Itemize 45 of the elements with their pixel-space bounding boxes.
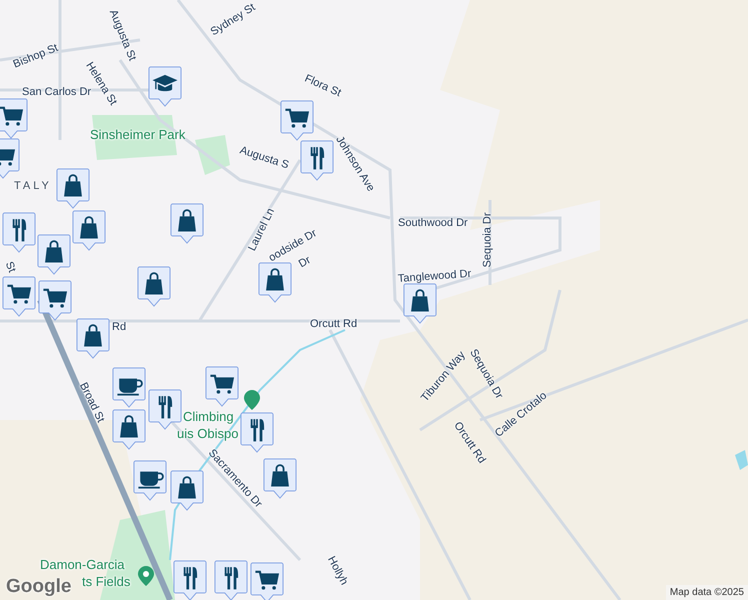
shopping-bag-pin-icon[interactable] xyxy=(170,203,204,244)
street-label: Sequoia Dr xyxy=(482,212,494,268)
street-label: St xyxy=(2,260,17,274)
shopping-cart-pin-icon[interactable] xyxy=(250,562,284,600)
graduation-cap-pin-icon[interactable] xyxy=(148,66,182,107)
park-area xyxy=(195,135,230,175)
shopping-cart-pin-icon[interactable] xyxy=(280,100,314,141)
shopping-bag-pin-icon[interactable] xyxy=(112,409,146,450)
shopping-bag-pin-icon[interactable] xyxy=(37,234,71,275)
map-logo: Google xyxy=(6,576,72,598)
park-label: ts Fields xyxy=(82,575,130,588)
shopping-bag-pin-icon[interactable] xyxy=(263,458,297,499)
fork-knife-pin-icon[interactable] xyxy=(148,389,182,430)
shopping-cart-pin-icon[interactable] xyxy=(205,366,239,407)
coffee-cup-pin-icon[interactable] xyxy=(133,460,167,501)
street-label: Southwood Dr xyxy=(398,218,468,229)
place-marker-icon[interactable] xyxy=(138,566,154,586)
coffee-cup-pin-icon[interactable] xyxy=(112,367,146,408)
park-label: uis Obispo xyxy=(177,427,238,440)
street-label: Flora St xyxy=(302,73,342,100)
street-label: Orcutt Rd xyxy=(310,319,358,330)
shopping-bag-pin-icon[interactable] xyxy=(258,262,292,303)
fork-knife-pin-icon[interactable] xyxy=(173,560,207,600)
street-label: Tanglewood Dr xyxy=(398,268,472,285)
shopping-cart-pin-icon[interactable] xyxy=(38,280,72,321)
fork-knife-pin-icon[interactable] xyxy=(300,140,334,181)
fork-knife-pin-icon[interactable] xyxy=(214,560,248,600)
shopping-bag-pin-icon[interactable] xyxy=(137,266,171,307)
map-attribution: Map data ©2025 xyxy=(666,585,748,600)
shopping-cart-pin-icon[interactable] xyxy=(2,276,36,317)
pond-area xyxy=(735,450,748,470)
park-label: Climbing xyxy=(183,410,234,423)
shopping-bag-pin-icon[interactable] xyxy=(403,283,437,324)
street-label: Bishop St xyxy=(12,42,60,71)
park-label: Damon-Garcia xyxy=(40,558,125,571)
shopping-bag-pin-icon[interactable] xyxy=(72,210,106,251)
street-label: Rd xyxy=(112,322,126,333)
shopping-bag-pin-icon[interactable] xyxy=(76,318,110,359)
place-marker-icon[interactable] xyxy=(244,390,260,410)
shopping-bag-pin-icon[interactable] xyxy=(56,168,90,209)
park-label: Sinsheimer Park xyxy=(90,128,186,141)
area-label: TALY xyxy=(14,181,52,192)
shopping-cart-pin-icon[interactable] xyxy=(0,98,28,139)
fork-knife-pin-icon[interactable] xyxy=(2,212,36,253)
shopping-bag-pin-icon[interactable] xyxy=(170,470,204,511)
